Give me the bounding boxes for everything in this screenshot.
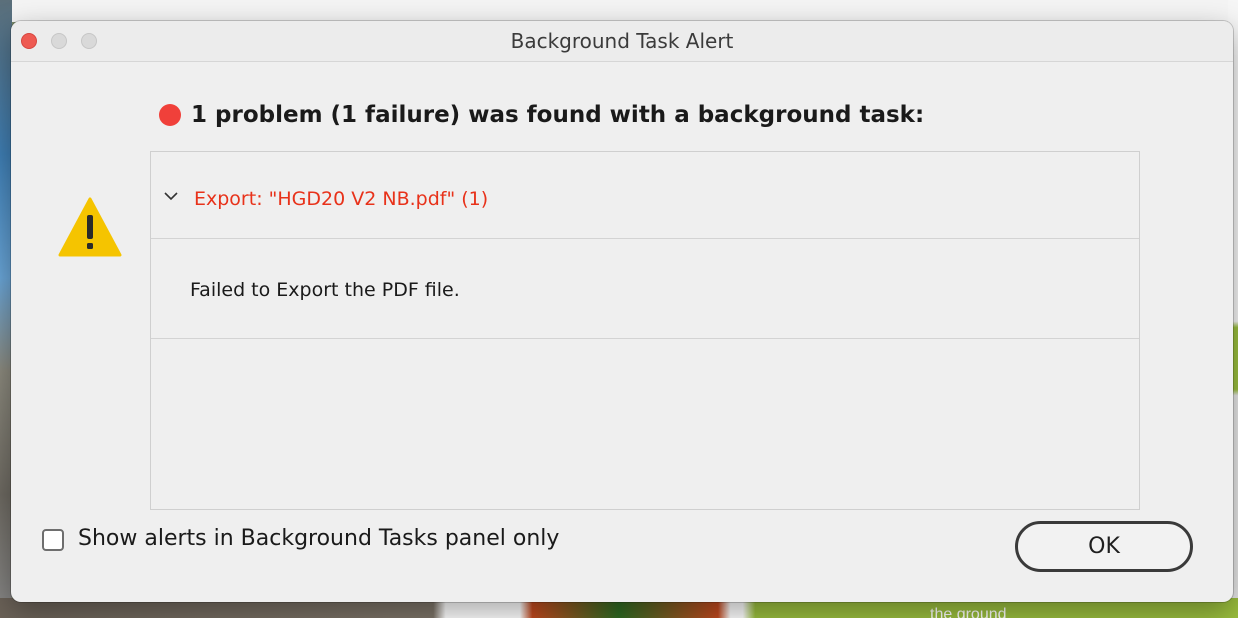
alert-heading: 1 problem (1 failure) was found with a b…: [191, 102, 925, 128]
window-title: Background Task Alert: [510, 29, 734, 53]
error-status-icon: [159, 104, 181, 126]
background-app: [0, 0, 1238, 22]
task-row[interactable]: Export: "HGD20 V2 NB.pdf" (1): [151, 152, 1139, 239]
task-list-panel: Export: "HGD20 V2 NB.pdf" (1) Failed to …: [150, 151, 1140, 510]
chevron-down-icon[interactable]: [163, 190, 179, 202]
background-partial-text: the ground: [930, 606, 1007, 618]
ok-button[interactable]: OK: [1015, 521, 1193, 572]
title-bar[interactable]: Background Task Alert: [11, 21, 1233, 62]
task-label: Export: "HGD20 V2 NB.pdf" (1): [194, 188, 489, 210]
task-detail-row: Failed to Export the PDF file.: [151, 239, 1139, 339]
task-detail-text: Failed to Export the PDF file.: [190, 279, 460, 301]
background-task-alert-dialog: Background Task Alert 1 problem (1 failu…: [11, 21, 1233, 602]
show-alerts-in-panel-label[interactable]: Show alerts in Background Tasks panel on…: [78, 526, 559, 551]
warning-triangle-icon: [58, 197, 122, 257]
show-alerts-in-panel-checkbox[interactable]: [42, 529, 64, 551]
